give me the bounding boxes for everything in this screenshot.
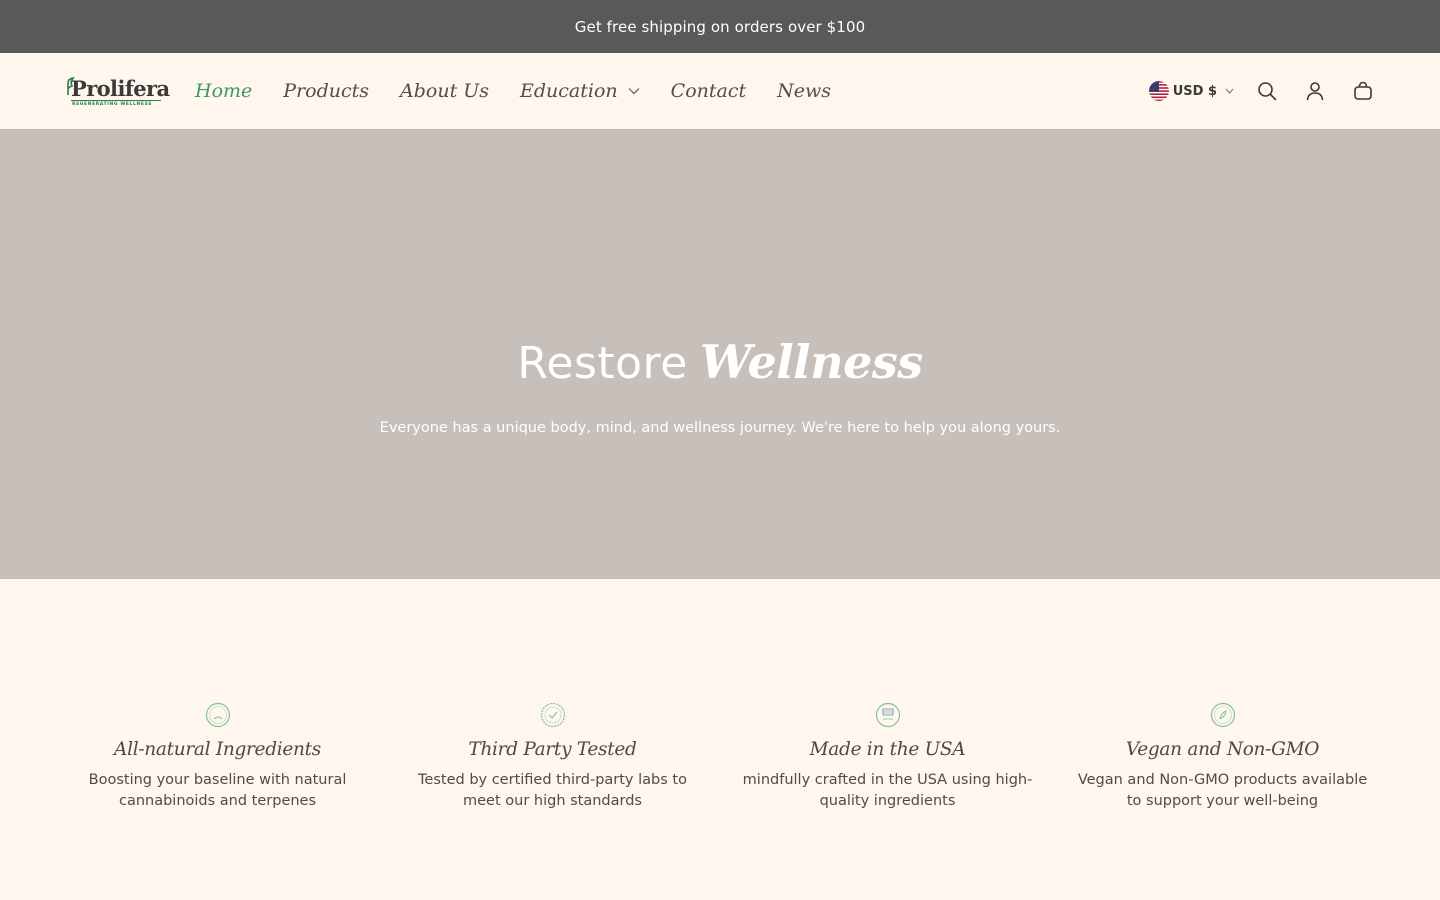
brand-logo[interactable]: Prolifera REGENERATING WELLNESS [66,76,170,110]
nav-item-news[interactable]: News [777,80,831,102]
us-flag-icon [1148,81,1169,101]
bag-icon[interactable] [1352,80,1374,102]
user-icon[interactable] [1304,80,1326,102]
search-icon[interactable] [1256,80,1278,102]
site-header: Prolifera REGENERATING WELLNESS Home Pro… [0,53,1440,129]
feature-title: All-natural Ingredients [114,739,321,760]
hero-title-italic: Wellness [700,335,923,389]
vegan-badge-icon [1210,702,1235,728]
feature-description: mindfully crafted in the USA using high-… [742,772,1033,809]
all-natural-badge-icon [205,702,230,728]
nav-label: Contact [670,80,747,102]
header-tools: USD $ [1148,53,1374,129]
third-party-tested-badge-icon [540,702,565,728]
feature-item: All-natural Ingredients Boosting your ba… [50,700,385,830]
nav-item-education[interactable]: Education [520,80,640,102]
feature-description: Tested by certified third-party labs to … [418,772,687,809]
nav-label: Home [195,80,253,102]
feature-title: Vegan and Non-GMO [1125,739,1320,760]
nav-label: About Us [400,80,490,102]
hero-title-plain: Restore [517,338,688,389]
main-nav: Home Products About Us Education Contact… [195,53,862,129]
nav-item-about-us[interactable]: About Us [400,80,489,102]
feature-description: Vegan and Non-GMO products available to … [1077,772,1368,809]
brand-name: Prolifera [71,76,170,101]
announcement-bar: Get free shipping on orders over $100 [0,0,1440,53]
nav-item-products[interactable]: Products [283,80,369,102]
feature-description: Boosting your baseline with natural cann… [88,772,347,809]
feature-item: Made in the USA mindfully crafted in the… [720,700,1055,830]
chevron-down-icon [628,88,640,95]
feature-item: Vegan and Non-GMO Vegan and Non-GMO prod… [1055,700,1390,830]
features-row: All-natural Ingredients Boosting your ba… [50,700,1390,830]
hero-subtitle: Everyone has a unique body, mind, and we… [379,420,1061,436]
chevron-down-icon [1225,88,1234,94]
currency-selector[interactable]: USD $ [1148,81,1234,101]
hero-title: Restore Wellness [0,335,1440,391]
feature-title: Third Party Tested [468,739,637,760]
logo-underline [71,100,161,101]
hero-banner: Restore Wellness Everyone has a unique b… [0,129,1440,579]
nav-label: News [777,80,831,102]
feature-item: Third Party Tested Tested by certified t… [385,700,720,830]
nav-label: Products [283,80,370,102]
currency-label: USD $ [1172,83,1217,99]
made-in-usa-badge-icon [875,702,900,728]
nav-item-home[interactable]: Home [195,80,252,102]
nav-item-contact[interactable]: Contact [671,80,746,102]
nav-label: Education [520,80,618,102]
brand-tagline: REGENERATING WELLNESS [72,102,153,107]
announcement-text: Get free shipping on orders over $100 [574,17,866,36]
feature-title: Made in the USA [809,739,966,760]
